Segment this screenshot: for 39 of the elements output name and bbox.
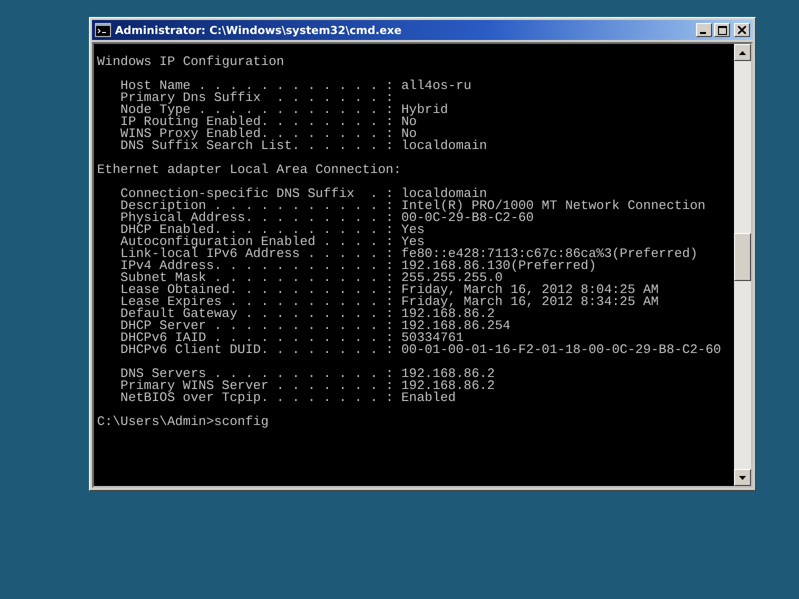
console-line: DHCPv6 Client DUID. . . . . . . . : 00-01-00-01-16-F2-01-18-00-0C-29-B8-C2-60	[119, 344, 722, 356]
console-icon	[95, 23, 111, 37]
console-line: Primary Dns Suffix . . . . . . . :	[119, 92, 394, 104]
console-line: Description . . . . . . . . . . . : Intel(R) PRO/1000 MT Network Connection	[119, 200, 706, 212]
console-line: DNS Servers . . . . . . . . . . . : 192.168.86.2	[119, 368, 496, 380]
scrollbar-thumb[interactable]	[734, 233, 751, 281]
console-line: Lease Obtained. . . . . . . . . . : Friday, March 16, 2012 8:04:25 AM	[119, 284, 660, 296]
console-line: Windows IP Configuration	[97, 56, 286, 68]
scroll-down-button[interactable]	[734, 469, 751, 486]
console-line: Primary WINS Server . . . . . . . : 192.168.86.2	[119, 380, 496, 392]
close-button[interactable]	[734, 23, 750, 37]
up-arrow-icon	[739, 50, 746, 54]
console-line: Physical Address. . . . . . . . . : 00-0C-29-B8-C2-60	[119, 212, 535, 224]
window-title: Administrator: C:\Windows\system32\cmd.exe	[115, 24, 403, 36]
console-line: Subnet Mask . . . . . . . . . . . : 255.255.255.0	[119, 272, 503, 284]
console-line: Node Type . . . . . . . . . . . . : Hybrid	[119, 104, 450, 116]
console-line: Lease Expires . . . . . . . . . . : Friday, March 16, 2012 8:34:25 AM	[119, 296, 660, 308]
scrollbar[interactable]	[734, 44, 751, 486]
console-line: IPv4 Address. . . . . . . . . . . : 192.168.86.130(Preferred)	[119, 260, 596, 272]
console-line: Connection-specific DNS Suffix . : localdomain	[119, 188, 488, 200]
down-arrow-icon	[739, 476, 746, 480]
scroll-up-button[interactable]	[734, 44, 751, 61]
console-line: Host Name . . . . . . . . . . . . : all4os-ru	[119, 80, 472, 92]
console-line: DNS Suffix Search List. . . . . . : localdomain	[119, 140, 488, 152]
console-line: Autoconfiguration Enabled . . . . : Yes	[119, 236, 425, 248]
maximize-icon	[718, 26, 726, 34]
console-line: Ethernet adapter Local Area Connection:	[97, 164, 402, 176]
close-icon	[738, 26, 746, 34]
minimize-button[interactable]	[696, 23, 712, 37]
console-line: Link-local IPv6 Address . . . . . : fe80::e428:7113:c67c:86ca%3(Preferred)	[119, 248, 699, 260]
console-line: IP Routing Enabled. . . . . . . . : No	[119, 116, 417, 128]
console-line: C:\Users\Admin>sconfig	[97, 416, 270, 428]
console-line: NetBIOS over Tcpip. . . . . . . . : Enabled	[119, 392, 457, 404]
console-line: Default Gateway . . . . . . . . . : 192.168.86.2	[119, 308, 495, 320]
console-line: DHCPv6 IAID . . . . . . . . . . . : 50334761	[119, 332, 464, 344]
console-line: DHCP Server . . . . . . . . . . . : 192.168.86.254	[119, 320, 512, 332]
console-line: WINS Proxy Enabled. . . . . . . . : No	[119, 128, 417, 140]
console-line: DHCP Enabled. . . . . . . . . . . : Yes	[119, 224, 426, 236]
maximize-button[interactable]	[714, 23, 730, 37]
